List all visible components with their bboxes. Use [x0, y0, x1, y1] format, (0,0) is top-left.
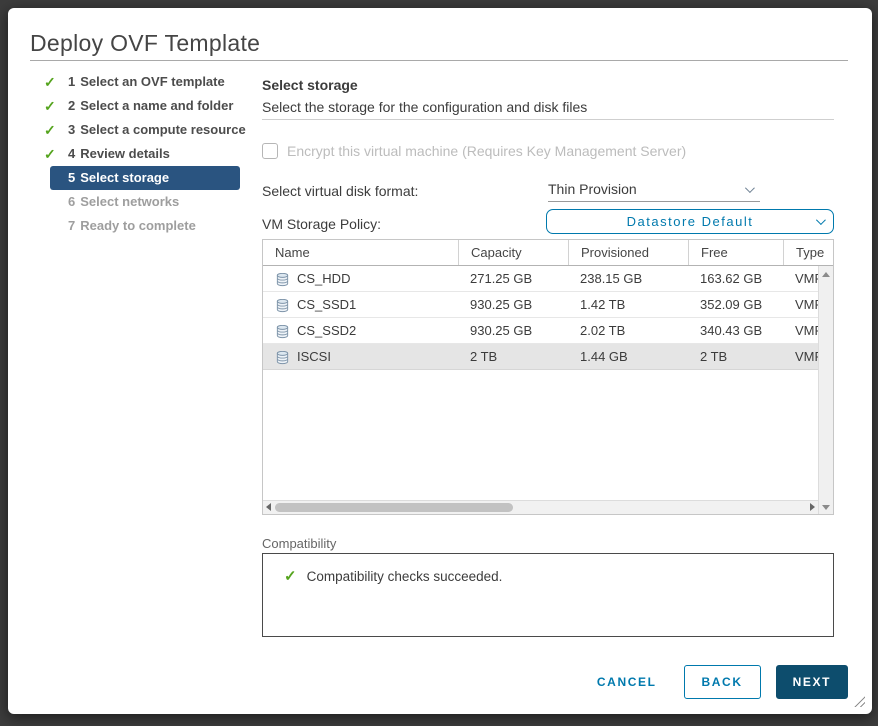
compatibility-label: Compatibility: [262, 536, 336, 551]
page-subtitle: Select the storage for the configuration…: [262, 99, 587, 115]
scroll-up-icon[interactable]: [822, 272, 830, 277]
datastore-capacity: 930.25 GB: [458, 292, 568, 317]
table-row[interactable]: CS_SSD1 930.25 GB 1.42 TB 352.09 GB VMFS: [263, 292, 818, 318]
step-select-storage[interactable]: 5Select storage: [50, 166, 240, 190]
column-header-type[interactable]: Type: [783, 240, 833, 265]
datastore-free: 340.43 GB: [688, 318, 783, 343]
step-select-compute-resource[interactable]: ✓ 3Select a compute resource: [50, 118, 250, 142]
column-header-free[interactable]: Free: [688, 240, 783, 265]
datastore-provisioned: 2.02 TB: [568, 318, 688, 343]
column-header-capacity[interactable]: Capacity: [458, 240, 568, 265]
datastore-provisioned: 238.15 GB: [568, 266, 688, 291]
compatibility-box: ✓ Compatibility checks succeeded.: [262, 553, 834, 637]
datastore-icon: [275, 324, 290, 339]
scroll-left-icon[interactable]: [266, 503, 271, 511]
dialog-title: Deploy OVF Template: [30, 30, 260, 57]
step-select-name-folder[interactable]: ✓ 2Select a name and folder: [50, 94, 250, 118]
scrollbar-thumb[interactable]: [275, 503, 513, 512]
dialog-footer: CANCEL BACK NEXT: [585, 665, 848, 699]
resize-handle[interactable]: [854, 696, 865, 707]
datastore-capacity: 271.25 GB: [458, 266, 568, 291]
datastore-free: 352.09 GB: [688, 292, 783, 317]
datastore-table: Name Capacity Provisioned Free Type CS_H…: [262, 239, 834, 515]
encrypt-vm-label: Encrypt this virtual machine (Requires K…: [287, 143, 686, 159]
horizontal-scrollbar[interactable]: [263, 500, 818, 514]
deploy-ovf-dialog: Deploy OVF Template ✓ 1Select an OVF tem…: [8, 8, 872, 714]
chevron-down-icon: [816, 215, 826, 225]
next-button[interactable]: NEXT: [776, 665, 848, 699]
datastore-type: VMFS: [783, 266, 818, 291]
datastore-name: ISCSI: [297, 344, 331, 369]
check-icon: ✓: [44, 142, 56, 166]
table-row[interactable]: CS_SSD2 930.25 GB 2.02 TB 340.43 GB VMFS: [263, 318, 818, 344]
cancel-button[interactable]: CANCEL: [585, 666, 669, 698]
datastore-provisioned: 1.42 TB: [568, 292, 688, 317]
datastore-free: 163.62 GB: [688, 266, 783, 291]
datastore-icon: [275, 350, 290, 365]
datastore-name: CS_SSD1: [297, 292, 356, 317]
scroll-down-icon[interactable]: [822, 505, 830, 510]
chevron-down-icon: [745, 183, 755, 193]
encrypt-vm-checkbox[interactable]: [262, 143, 278, 159]
disk-format-value: Thin Provision: [548, 181, 637, 197]
datastore-provisioned: 1.44 GB: [568, 344, 688, 369]
datastore-icon: [275, 298, 290, 313]
step-select-ovf-template[interactable]: ✓ 1Select an OVF template: [50, 70, 250, 94]
datastore-type: VMFS: [783, 344, 818, 369]
check-icon: ✓: [44, 70, 56, 94]
step-select-networks[interactable]: 6Select networks: [50, 190, 250, 214]
compatibility-message: Compatibility checks succeeded.: [307, 569, 503, 584]
datastore-capacity: 2 TB: [458, 344, 568, 369]
title-divider: [30, 60, 848, 61]
check-icon: ✓: [44, 118, 56, 142]
step-ready-to-complete[interactable]: 7Ready to complete: [50, 214, 250, 238]
vertical-scrollbar[interactable]: [818, 266, 833, 514]
table-header-row: Name Capacity Provisioned Free Type: [263, 240, 833, 266]
datastore-capacity: 930.25 GB: [458, 318, 568, 343]
datastore-type: VMFS: [783, 292, 818, 317]
datastore-free: 2 TB: [688, 344, 783, 369]
scroll-right-icon[interactable]: [810, 503, 815, 511]
wizard-step-list: ✓ 1Select an OVF template ✓ 2Select a na…: [50, 70, 250, 238]
back-button[interactable]: BACK: [684, 665, 761, 699]
table-row-selected[interactable]: ISCSI 2 TB 1.44 GB 2 TB VMFS: [263, 344, 818, 370]
datastore-type: VMFS: [783, 318, 818, 343]
datastore-icon: [275, 272, 290, 287]
disk-format-select[interactable]: Thin Provision: [548, 177, 760, 202]
storage-policy-value: Datastore Default: [627, 214, 754, 229]
content-divider: [262, 119, 834, 120]
page-title: Select storage: [262, 77, 358, 93]
storage-policy-select[interactable]: Datastore Default: [546, 209, 834, 234]
check-icon: ✓: [44, 94, 56, 118]
disk-format-label: Select virtual disk format:: [262, 183, 418, 199]
column-header-name[interactable]: Name: [263, 240, 458, 265]
step-review-details[interactable]: ✓ 4Review details: [50, 142, 250, 166]
check-icon: ✓: [284, 567, 297, 585]
table-row[interactable]: CS_HDD 271.25 GB 238.15 GB 163.62 GB VMF…: [263, 266, 818, 292]
datastore-name: CS_HDD: [297, 266, 350, 291]
encrypt-vm-row: Encrypt this virtual machine (Requires K…: [262, 143, 686, 159]
column-header-provisioned[interactable]: Provisioned: [568, 240, 688, 265]
datastore-name: CS_SSD2: [297, 318, 356, 343]
storage-policy-label: VM Storage Policy:: [262, 216, 381, 232]
